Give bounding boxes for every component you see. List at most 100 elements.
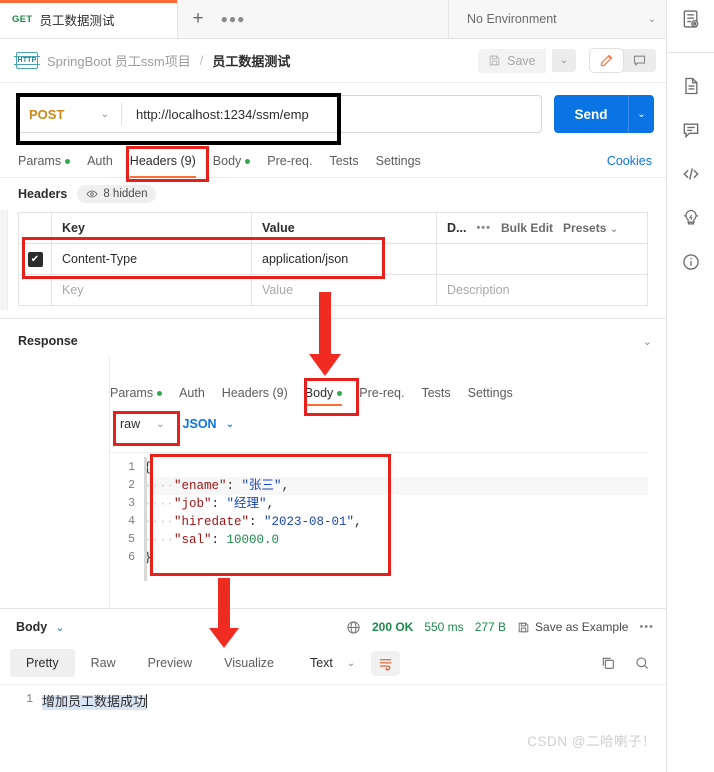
edit-button[interactable] (590, 49, 623, 72)
breadcrumb-collection[interactable]: SpringBoot 员工ssm项目 (47, 51, 191, 70)
row-description[interactable] (436, 244, 647, 274)
body-mode-selector[interactable]: raw ⌄ (118, 413, 167, 435)
response-body-viewer[interactable]: 1 增加员工数据成功 (0, 684, 666, 772)
tab-more-button[interactable]: ●●● (218, 0, 248, 38)
tab-auth[interactable]: Auth (87, 145, 113, 178)
editor-code-area[interactable]: { ····"ename": "张三", ····"job": "经理", ··… (144, 453, 648, 592)
request-tab-active[interactable]: GET 员工数据测试 (0, 0, 178, 38)
save-as-example-button[interactable]: Save as Example (517, 620, 628, 634)
row-value[interactable]: application/json (251, 244, 436, 274)
tab-settings[interactable]: Settings (376, 145, 421, 178)
json-key: "hiredate" (174, 515, 250, 529)
response-tab-pretty[interactable]: Pretty (10, 649, 75, 677)
tab2-prerequest[interactable]: Pre-req. (359, 380, 404, 406)
left-gutter (0, 205, 8, 310)
response-more-button[interactable]: ••• (639, 621, 654, 633)
send-button[interactable]: Send (554, 95, 628, 133)
response-code-area[interactable]: 增加员工数据成功 (42, 685, 666, 772)
annotation-arrow-to-response (209, 578, 239, 648)
tab-headers[interactable]: Headers (9) (129, 145, 196, 178)
json-value: "2023-08-01" (264, 515, 355, 529)
url-input[interactable]: http://localhost:1234/ssm/emp (122, 107, 309, 122)
json-comma: , (281, 479, 290, 493)
body-options-row: raw ⌄ JSON ⌄ (118, 413, 234, 435)
bolt-idea-icon[interactable] (680, 207, 702, 229)
response-tab-preview[interactable]: Preview (132, 649, 208, 677)
tab2-auth[interactable]: Auth (179, 380, 205, 406)
tab-params[interactable]: Params (18, 145, 71, 178)
response-view-bar: Pretty Raw Preview Visualize Text ⌄ (0, 645, 666, 681)
save-button[interactable]: Save (478, 48, 546, 73)
tab2-headers[interactable]: Headers (9) (222, 380, 288, 406)
chevron-down-icon[interactable]: ⌄ (643, 335, 652, 348)
send-options-button[interactable]: ⌄ (628, 95, 654, 133)
text-caret (146, 694, 148, 708)
tab-body[interactable]: Body (213, 145, 251, 178)
row-checkbox-cell[interactable]: ✔ (19, 251, 51, 267)
body-format-selector[interactable]: JSON ⌄ (183, 417, 234, 431)
tab2-params-label: Params (110, 386, 154, 400)
presets-button[interactable]: Presets ⌄ (563, 221, 618, 235)
code-line: } (144, 549, 648, 567)
response-line: 增加员工数据成功 (42, 691, 666, 710)
column-description: D... (447, 221, 467, 235)
word-wrap-button[interactable] (371, 650, 401, 676)
response-line-numbers: 1 (0, 685, 42, 772)
url-bar[interactable]: POST ⌄ http://localhost:1234/ssm/emp (16, 95, 542, 133)
table-row[interactable]: ✔ Content-Type application/json (19, 244, 647, 275)
edit-comment-group (590, 49, 656, 72)
response-view-actions (600, 655, 666, 671)
placeholder-description[interactable]: Description (436, 275, 647, 305)
environment-selector[interactable]: No Environment ⌄ (448, 0, 666, 38)
json-comma: , (354, 515, 362, 529)
row-key[interactable]: Content-Type (51, 244, 251, 274)
http-method-selector[interactable]: POST ⌄ (17, 107, 121, 122)
breadcrumb-request[interactable]: 员工数据测试 (212, 51, 290, 70)
save-options-button[interactable]: ⌄ (551, 49, 576, 72)
response-format-selector[interactable]: Text ⌄ (300, 650, 365, 676)
tab2-body[interactable]: Body (304, 380, 343, 406)
documentation-icon[interactable] (680, 75, 702, 97)
chevron-down-icon[interactable]: ⌄ (55, 621, 64, 634)
response-section-title: Response (18, 334, 78, 348)
body-mode-value: raw (120, 417, 141, 431)
search-icon[interactable] (634, 655, 650, 671)
comment-button[interactable] (623, 49, 656, 72)
new-tab-button[interactable]: + (178, 0, 218, 38)
response-body-label: Body (16, 620, 48, 634)
tab2-settings[interactable]: Settings (468, 380, 513, 406)
tab-prerequest[interactable]: Pre-req. (267, 145, 312, 178)
response-tab-raw[interactable]: Raw (75, 649, 132, 677)
line-number: 2 (128, 479, 135, 492)
tab2-tests[interactable]: Tests (421, 380, 450, 406)
chevron-down-icon: ⌄ (156, 418, 165, 430)
response-status-group: 200 OK 550 ms 277 B Save as Example ••• (346, 620, 654, 635)
row-checkbox[interactable]: ✔ (27, 251, 43, 267)
headers-more-button[interactable]: ••• (476, 222, 491, 234)
copy-icon[interactable] (600, 655, 616, 671)
chevron-down-icon: ⌄ (100, 108, 109, 120)
placeholder-key[interactable]: Key (51, 275, 251, 305)
bulk-edit-button[interactable]: Bulk Edit (501, 221, 553, 235)
tab-tests[interactable]: Tests (329, 145, 358, 178)
environment-quick-look-icon[interactable] (680, 8, 702, 30)
hidden-headers-badge[interactable]: 8 hidden (77, 185, 157, 203)
send-group: Send ⌄ (554, 95, 654, 133)
cookies-link[interactable]: Cookies (607, 154, 666, 168)
request-tab-strip: GET 员工数据测试 + ●●● No Environment ⌄ (0, 0, 666, 39)
globe-icon[interactable] (346, 620, 361, 635)
json-comma: , (266, 497, 275, 511)
request-tab-title: 员工数据测试 (39, 13, 115, 28)
body-section-tabs: Params Auth Headers (9) Body Pre-req. Te… (110, 380, 650, 406)
response-tab-visualize[interactable]: Visualize (208, 649, 290, 677)
tab2-params[interactable]: Params (110, 380, 163, 406)
info-circle-icon[interactable] (680, 251, 702, 273)
json-value: "经理" (226, 497, 267, 511)
tab-params-label: Params (18, 154, 62, 168)
code-snippet-icon[interactable] (680, 163, 702, 185)
line-number: 6 (128, 551, 135, 564)
request-body-editor[interactable]: 1 2 3 4 5 6 { ····"ename": "张三", ····"jo… (110, 452, 648, 592)
comments-icon[interactable] (680, 119, 702, 141)
column-description-and-tools: D... ••• Bulk Edit Presets ⌄ (436, 213, 647, 243)
postman-window: GET 员工数据测试 + ●●● No Environment ⌄ HTTP S… (0, 0, 714, 772)
